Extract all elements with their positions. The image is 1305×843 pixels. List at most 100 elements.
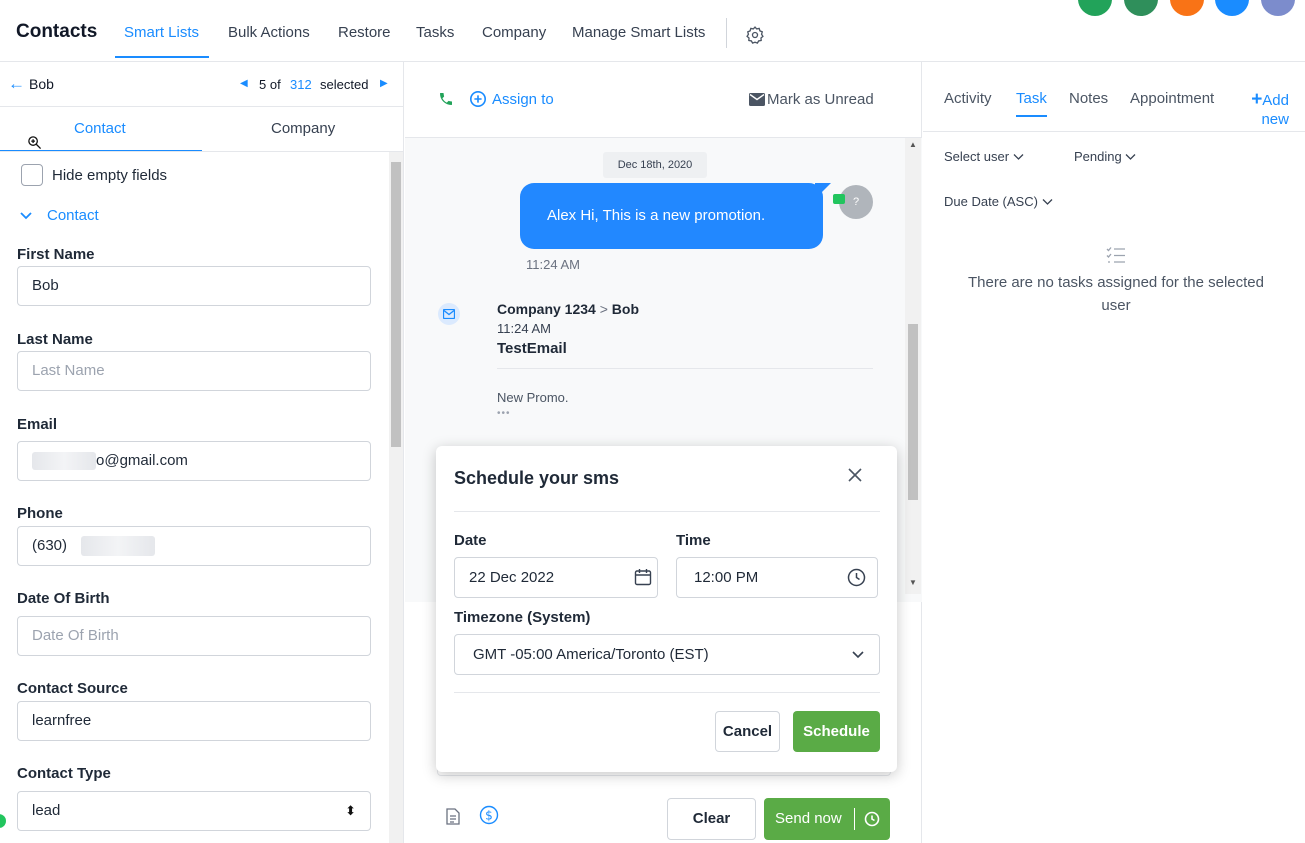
chevron-down-icon [1013, 154, 1024, 160]
time-label: Time [676, 532, 711, 549]
avatar[interactable] [1261, 0, 1295, 16]
prev-contact-icon[interactable]: ◀ [240, 78, 248, 89]
dob-field[interactable]: Date Of Birth [17, 616, 371, 656]
add-new-task-button[interactable]: +Add new [1243, 89, 1289, 128]
next-contact-icon[interactable]: ▶ [380, 78, 388, 89]
avatar[interactable] [1124, 0, 1158, 16]
email-timestamp: 11:24 AM [497, 321, 551, 336]
tab-smart-lists[interactable]: Smart Lists [124, 24, 199, 41]
contact-name: Bob [29, 76, 54, 92]
redacted-text [32, 452, 96, 471]
contact-type-value: lead [32, 802, 61, 819]
tab-contact[interactable]: Contact [74, 120, 126, 137]
cancel-button[interactable]: Cancel [715, 711, 780, 752]
timezone-value: GMT -05:00 America/Toronto (EST) [473, 646, 709, 663]
tasks-panel: Activity Task Notes Appointment +Add new… [923, 62, 1305, 843]
send-now-button[interactable]: Send now [764, 798, 890, 840]
email-subject[interactable]: TestEmail [497, 340, 567, 357]
email-value: o@gmail.com [96, 452, 188, 469]
payment-icon[interactable]: $ [479, 805, 499, 825]
tab-tasks[interactable]: Tasks [416, 24, 454, 41]
hide-empty-checkbox[interactable] [21, 164, 43, 186]
hide-empty-label: Hide empty fields [52, 167, 168, 184]
add-new-label-1: Add [1262, 92, 1289, 109]
contact-type-select[interactable]: lead ⬍ [17, 791, 371, 831]
avatar[interactable] [1170, 0, 1204, 16]
chevron-down-icon[interactable] [19, 208, 33, 222]
avatar[interactable] [1078, 0, 1112, 16]
scrollbar-thumb[interactable] [391, 162, 401, 447]
email-to: Bob [611, 301, 640, 317]
count-total[interactable]: 312 [290, 77, 312, 92]
scrollbar-thumb[interactable] [908, 324, 918, 500]
user-filter-dropdown[interactable]: Select user [944, 149, 1024, 164]
status-filter-dropdown[interactable]: Pending [1074, 149, 1136, 164]
phone-icon[interactable] [438, 91, 454, 107]
svg-text:$: $ [485, 809, 493, 823]
divider [497, 368, 873, 369]
expand-email-icon[interactable]: ••• [497, 408, 511, 419]
last-name-label: Last Name [17, 331, 93, 348]
contact-source-field[interactable]: learnfree [17, 701, 371, 741]
tab-activity[interactable]: Activity [944, 90, 992, 107]
scroll-down-icon[interactable]: ▼ [909, 578, 917, 587]
chevron-down-icon [852, 651, 864, 659]
divider [923, 131, 1305, 132]
tab-bulk-actions[interactable]: Bulk Actions [228, 24, 310, 41]
email-field[interactable]: o@gmail.com [17, 441, 371, 481]
last-name-field[interactable]: Last Name [17, 351, 371, 391]
tab-manage-smart-lists[interactable]: Manage Smart Lists [572, 24, 705, 41]
divider [0, 106, 403, 107]
redacted-text [81, 536, 156, 557]
tab-appointment[interactable]: Appointment [1130, 90, 1214, 107]
tab-notes[interactable]: Notes [1069, 90, 1108, 107]
schedule-sms-modal: Schedule your sms Date 22 Dec 2022 Time … [436, 446, 897, 772]
clear-button[interactable]: Clear [667, 798, 756, 840]
phone-label: Phone [17, 505, 63, 522]
close-icon[interactable] [847, 467, 863, 483]
phone-value: (630) [32, 537, 68, 554]
timezone-label: Timezone (System) [454, 609, 591, 626]
zoom-in-icon [28, 136, 42, 150]
gear-icon[interactable] [745, 25, 765, 45]
count-suffix: selected [320, 77, 369, 92]
clock-icon[interactable] [847, 568, 866, 587]
select-arrows-icon: ⬍ [345, 803, 356, 818]
date-value: 22 Dec 2022 [469, 569, 555, 586]
time-picker[interactable]: 12:00 PM [676, 557, 878, 598]
empty-tasks-message: There are no tasks assigned for the sele… [967, 274, 1264, 314]
user-filter-label: Select user [944, 149, 1010, 164]
date-picker[interactable]: 22 Dec 2022 [454, 557, 658, 598]
task-list-icon [1106, 247, 1125, 263]
mark-unread-button[interactable]: Mark as Unread [767, 91, 874, 108]
plus-circle-icon[interactable] [469, 90, 487, 108]
scrollbar[interactable] [389, 152, 403, 843]
date-chip: Dec 18th, 2020 [603, 152, 707, 178]
send-now-label: Send now [775, 810, 842, 827]
back-arrow-icon[interactable]: ← [8, 74, 25, 94]
sort-dropdown[interactable]: Due Date (ASC) [944, 194, 1053, 209]
assign-to-button[interactable]: Assign to [492, 91, 554, 108]
count-prefix: 5 of [259, 77, 281, 92]
clock-icon[interactable] [864, 811, 880, 827]
avatar[interactable] [1215, 0, 1249, 16]
phone-field[interactable]: (630) [17, 526, 371, 566]
button-divider [854, 808, 855, 830]
template-icon[interactable] [446, 808, 460, 825]
scroll-up-icon[interactable]: ▲ [909, 140, 917, 149]
schedule-button[interactable]: Schedule [793, 711, 880, 752]
add-new-label-2: new [1261, 111, 1289, 128]
sms-channel-icon [833, 194, 845, 204]
tab-task[interactable]: Task [1016, 90, 1047, 107]
first-name-field[interactable]: Bob [17, 266, 371, 306]
scrollbar[interactable]: ▲ ▼ [905, 138, 921, 594]
email-header: Company 1234 > Bob [497, 301, 640, 317]
calendar-icon[interactable] [634, 568, 652, 586]
dob-label: Date Of Birth [17, 590, 110, 607]
timezone-select[interactable]: GMT -05:00 America/Toronto (EST) [454, 634, 880, 675]
tab-restore[interactable]: Restore [338, 24, 391, 41]
tab-company-details[interactable]: Company [271, 120, 335, 137]
section-contact-toggle[interactable]: Contact [47, 207, 99, 224]
active-tab-indicator [115, 56, 209, 58]
tab-company[interactable]: Company [482, 24, 546, 41]
